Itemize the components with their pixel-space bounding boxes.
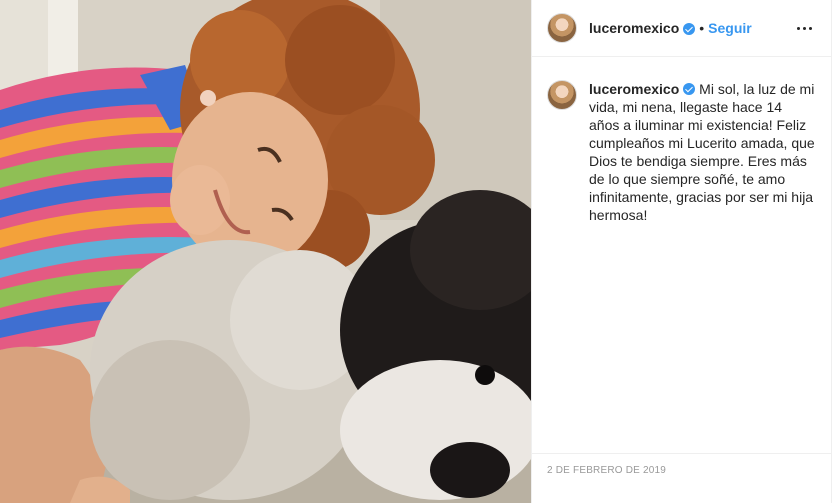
caption-username[interactable]: luceromexico	[589, 81, 679, 97]
more-dot	[796, 26, 800, 30]
post-side-panel: luceromexico • Seguir luceromexico Mi so…	[531, 0, 832, 503]
more-options-icon[interactable]	[792, 16, 816, 40]
separator-dot: •	[699, 20, 705, 36]
verified-badge-icon	[683, 23, 696, 35]
verified-badge-icon	[683, 83, 696, 95]
caption-avatar[interactable]	[547, 80, 577, 110]
post-photo[interactable]	[0, 0, 531, 503]
post-image	[0, 0, 531, 503]
follow-button[interactable]: Seguir	[708, 20, 752, 36]
post-header: luceromexico • Seguir	[532, 0, 831, 57]
header-username[interactable]: luceromexico	[589, 20, 679, 36]
caption-comment: luceromexico Mi sol, la luz de mi vida, …	[532, 57, 831, 224]
user-avatar[interactable]	[547, 13, 577, 43]
caption-body: luceromexico Mi sol, la luz de mi vida, …	[589, 80, 816, 224]
caption-text: Mi sol, la luz de mi vida, mi nena, lleg…	[589, 81, 815, 223]
more-dot	[802, 26, 806, 30]
more-dot	[808, 26, 812, 30]
post-date[interactable]: 2 de febrero de 2019	[547, 465, 666, 476]
divider	[532, 453, 831, 454]
